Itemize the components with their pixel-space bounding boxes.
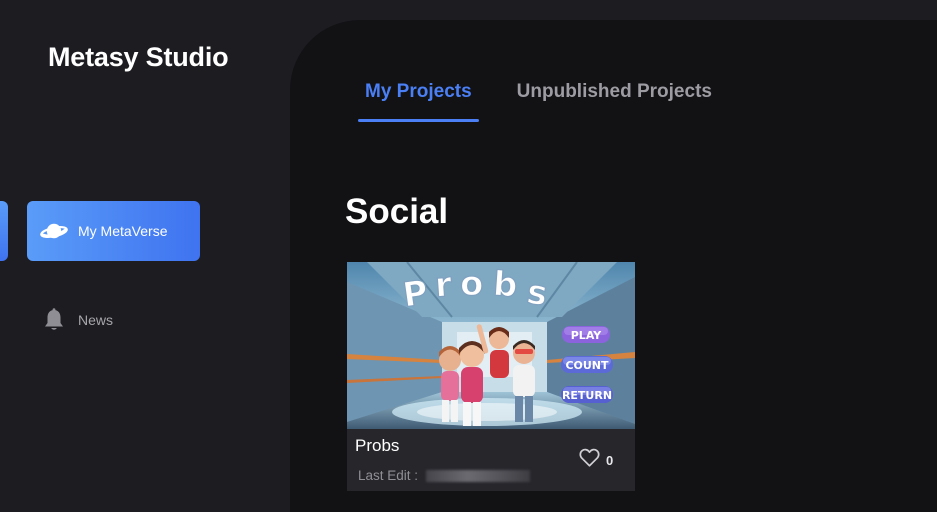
svg-text:PLAY: PLAY — [571, 329, 603, 342]
like-button[interactable]: 0 — [579, 448, 613, 472]
active-nav-indicator — [0, 201, 8, 261]
project-title: Probs — [355, 436, 400, 455]
heart-icon — [579, 448, 600, 472]
tab-my-projects[interactable]: My Projects — [358, 78, 479, 122]
bell-icon — [40, 306, 68, 334]
sidebar-item-news[interactable]: News — [40, 305, 200, 335]
redacted-date — [425, 470, 530, 483]
project-card[interactable]: P r o b s PLAY COUNT RETURN Probs Last E… — [347, 262, 635, 491]
section-title: Social — [345, 192, 449, 231]
svg-text:RETURN: RETURN — [562, 389, 612, 402]
brand-title: Metasy Studio — [48, 42, 229, 72]
tab-unpublished-projects[interactable]: Unpublished Projects — [510, 78, 719, 122]
sidebar: Metasy Studio My MetaVerse News — [0, 0, 290, 512]
last-edit-info: Last Edit : — [358, 468, 530, 483]
svg-text:o: o — [460, 264, 483, 304]
svg-text:r: r — [434, 265, 454, 306]
app-window: Metasy Studio My MetaVerse News My Proje… — [0, 0, 937, 512]
svg-text:b: b — [492, 264, 519, 306]
project-tabs: My Projects Unpublished Projects — [358, 78, 719, 122]
planet-icon — [40, 217, 68, 245]
like-count: 0 — [606, 452, 614, 468]
main-content: My Projects Unpublished Projects Social — [290, 20, 937, 512]
svg-text:COUNT: COUNT — [565, 359, 609, 372]
last-edit-label: Last Edit : — [358, 468, 422, 483]
sidebar-item-my-metaverse[interactable]: My MetaVerse — [27, 201, 200, 261]
project-thumbnail: P r o b s PLAY COUNT RETURN — [347, 262, 635, 429]
sidebar-item-label: My MetaVerse — [78, 223, 168, 239]
sidebar-item-label: News — [78, 312, 114, 328]
